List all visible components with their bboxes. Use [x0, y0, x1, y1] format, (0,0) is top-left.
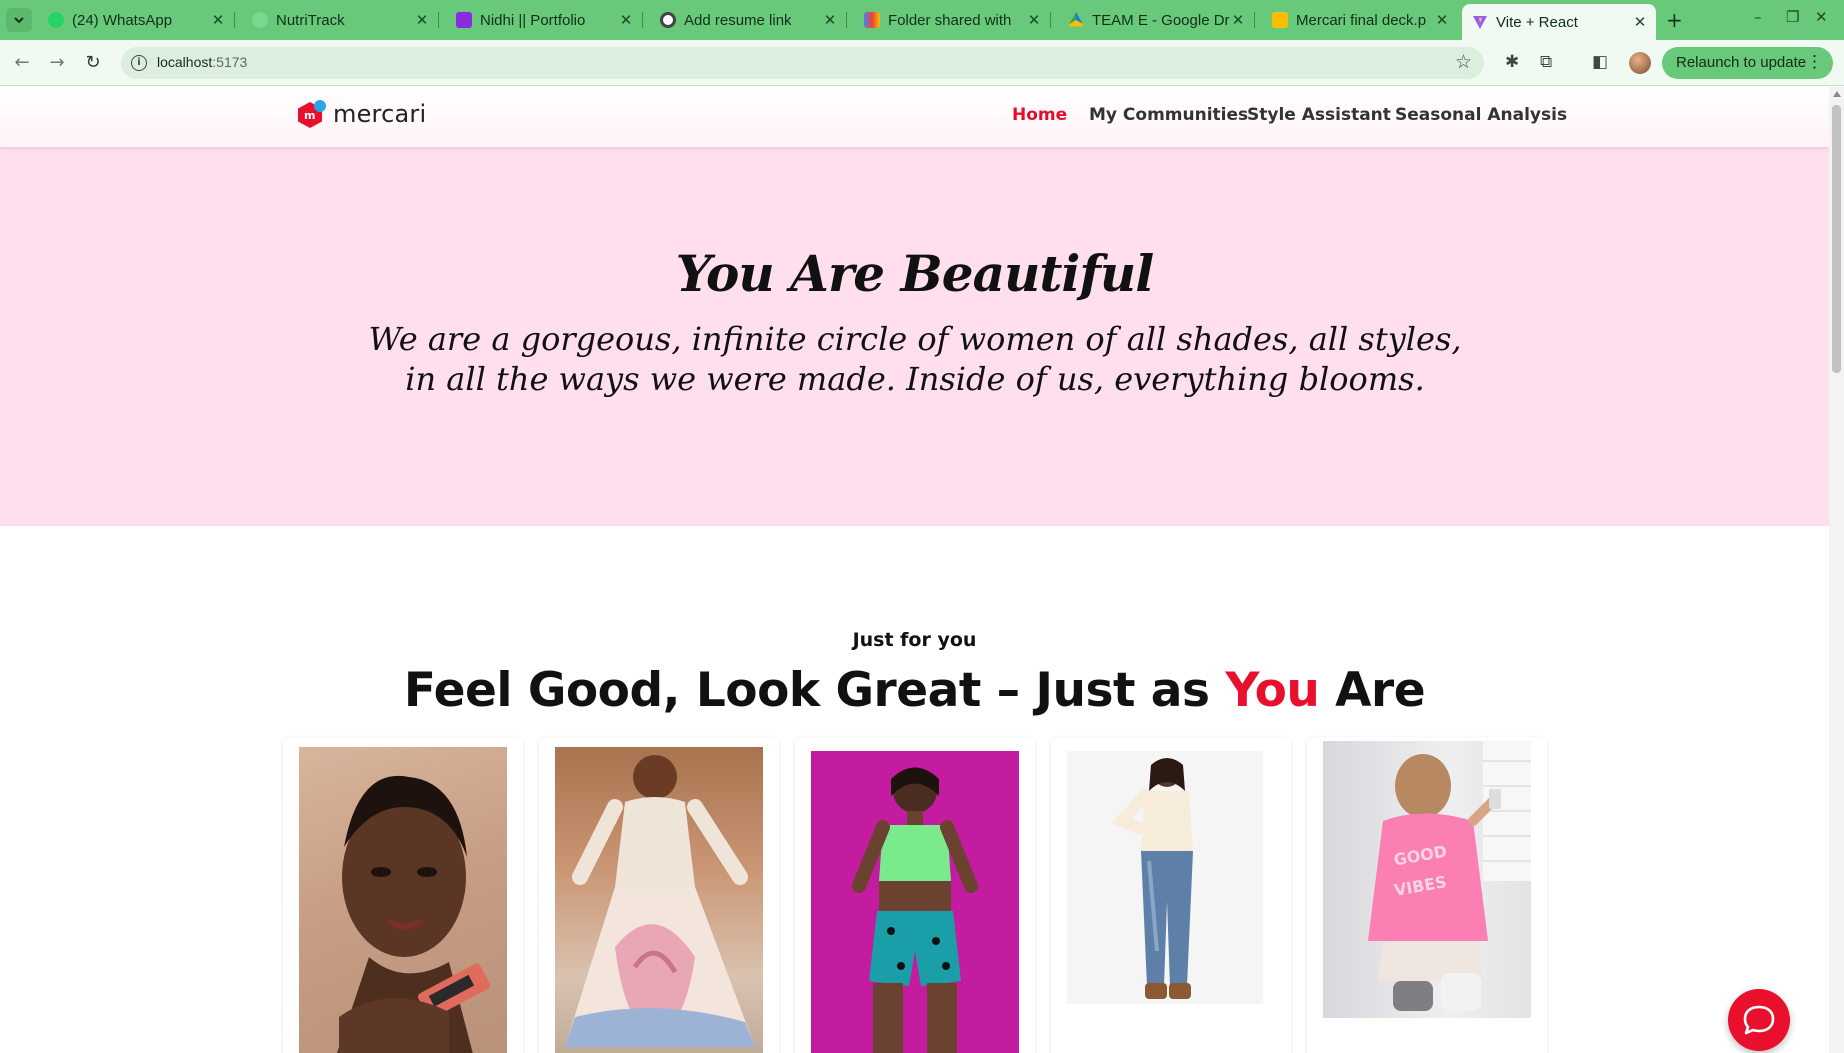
- close-icon[interactable]: ✕: [210, 11, 226, 29]
- browser-tab[interactable]: Nidhi || Portfolio ✕: [446, 6, 643, 34]
- forward-icon[interactable]: →: [44, 52, 70, 74]
- close-icon[interactable]: ✕: [1230, 11, 1246, 29]
- reload-icon[interactable]: ↻: [80, 52, 106, 74]
- nav-style-assistant[interactable]: Style Assistant: [1247, 105, 1391, 125]
- restore-icon[interactable]: ❐: [1786, 8, 1799, 26]
- tab-title: NutriTrack: [276, 11, 345, 29]
- section-eyebrow: Just for you: [852, 629, 977, 651]
- nutritrack-icon: [252, 12, 268, 28]
- extensions-puzzle-icon[interactable]: ⧉: [1540, 52, 1552, 72]
- close-icon[interactable]: ✕: [414, 11, 430, 29]
- profile-avatar[interactable]: [1629, 52, 1651, 74]
- product-photo-floral-dress: [555, 747, 763, 1053]
- hero-banner: You Are Beautiful We are a gorgeous, inf…: [0, 147, 1829, 526]
- browser-tab-strip: (24) WhatsApp ✕ NutriTrack ✕ Nidhi || Po…: [0, 0, 1844, 40]
- tab-title: Add resume link: [684, 11, 792, 29]
- close-icon[interactable]: ✕: [1434, 11, 1450, 29]
- nav-home[interactable]: Home: [1012, 105, 1067, 125]
- side-panel-icon[interactable]: ◧: [1592, 52, 1608, 72]
- page-scrollbar[interactable]: [1829, 87, 1844, 1053]
- product-card[interactable]: [1051, 737, 1291, 1053]
- close-icon[interactable]: ✕: [618, 11, 634, 29]
- product-card[interactable]: [795, 737, 1035, 1053]
- bug-extension-icon[interactable]: ✱: [1505, 52, 1519, 72]
- google-slides-icon: [1272, 12, 1288, 28]
- close-icon[interactable]: ✕: [1026, 11, 1042, 29]
- tab-title: Vite + React: [1496, 13, 1578, 31]
- tab-title: TEAM E - Google Dr: [1092, 11, 1230, 29]
- more-vert-icon[interactable]: ⋮: [1806, 52, 1823, 72]
- globe-icon: [660, 12, 676, 28]
- whatsapp-icon: [48, 12, 64, 28]
- close-window-icon[interactable]: ✕: [1815, 8, 1828, 26]
- scroll-up-icon[interactable]: [1833, 91, 1841, 97]
- site-info-icon[interactable]: i: [131, 55, 147, 71]
- product-card[interactable]: GOOD VIBES: [1307, 737, 1547, 1053]
- gmail-icon: [864, 12, 880, 28]
- tab-title: Nidhi || Portfolio: [480, 11, 586, 29]
- page-viewport: m mercari Home My Communities Style Assi…: [0, 87, 1829, 1053]
- hero-subtitle: We are a gorgeous, infinite circle of wo…: [368, 320, 1462, 398]
- tab-title: (24) WhatsApp: [72, 11, 173, 29]
- hero-title: You Are Beautiful: [675, 244, 1155, 303]
- browser-tab-active[interactable]: Vite + React ✕: [1462, 4, 1656, 40]
- product-photo-makeup-model: [299, 747, 507, 1053]
- tab-title: Folder shared with: [888, 11, 1012, 29]
- browser-tab[interactable]: TEAM E - Google Dr ✕: [1058, 6, 1255, 34]
- tab-search-button[interactable]: [6, 8, 32, 32]
- mercari-logo-mark: m: [298, 100, 326, 128]
- google-drive-icon: [1068, 12, 1084, 27]
- portfolio-icon: [456, 12, 472, 28]
- relaunch-to-update-button[interactable]: Relaunch to update ⋮: [1662, 47, 1833, 79]
- tab-title: Mercari final deck.p: [1296, 11, 1427, 29]
- scrollbar-thumb[interactable]: [1832, 105, 1841, 373]
- browser-tab[interactable]: Mercari final deck.p ✕: [1262, 6, 1458, 34]
- close-icon[interactable]: ✕: [1632, 13, 1648, 31]
- site-header: m mercari Home My Communities Style Assi…: [0, 87, 1829, 147]
- mercari-logo[interactable]: m mercari: [298, 100, 426, 128]
- browser-tab[interactable]: Folder shared with ✕: [854, 6, 1051, 34]
- product-card[interactable]: [539, 737, 779, 1053]
- minimize-icon[interactable]: –: [1754, 8, 1762, 26]
- section-title: Feel Good, Look Great – Just as You Are: [403, 663, 1426, 718]
- product-photo-activewear: [811, 751, 1019, 1053]
- chat-assistant-button[interactable]: [1728, 989, 1790, 1051]
- bookmark-star-icon[interactable]: ☆: [1455, 51, 1472, 73]
- browser-tab[interactable]: (24) WhatsApp ✕: [38, 6, 235, 34]
- new-tab-icon[interactable]: +: [1666, 8, 1683, 32]
- close-icon[interactable]: ✕: [822, 11, 838, 29]
- url-text[interactable]: localhost:5173: [157, 54, 247, 70]
- vite-icon: [1472, 14, 1488, 30]
- chat-bubble-icon: [1743, 1005, 1775, 1035]
- nav-seasonal-analysis[interactable]: Seasonal Analysis: [1395, 105, 1567, 125]
- product-card[interactable]: [283, 737, 523, 1053]
- product-photo-pink-tee: GOOD VIBES: [1323, 741, 1531, 1018]
- back-icon[interactable]: ←: [9, 52, 35, 74]
- browser-tab[interactable]: NutriTrack ✕: [242, 6, 439, 34]
- chevron-down-icon: [14, 17, 24, 24]
- relaunch-label: Relaunch to update: [1676, 54, 1807, 71]
- browser-tab[interactable]: Add resume link ✕: [650, 6, 847, 34]
- address-bar[interactable]: i localhost:5173 ☆: [121, 47, 1484, 79]
- logo-wordmark: mercari: [333, 100, 427, 128]
- product-photo-jeans: [1067, 751, 1263, 1004]
- nav-my-communities[interactable]: My Communities: [1089, 105, 1248, 125]
